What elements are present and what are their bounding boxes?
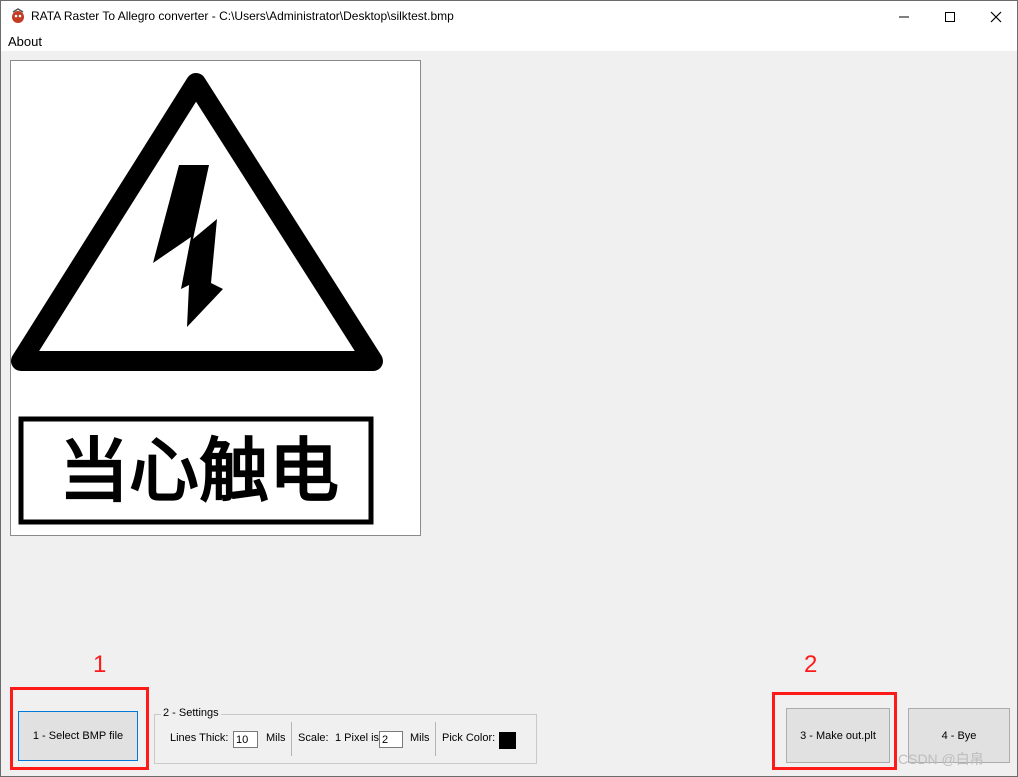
settings-legend: 2 - Settings bbox=[161, 707, 221, 719]
lines-thick-label: Lines Thick: bbox=[170, 732, 229, 744]
close-icon bbox=[990, 11, 1002, 22]
maximize-icon bbox=[945, 11, 955, 22]
settings-separator bbox=[291, 722, 292, 756]
bitmap-preview: 当心触电 bbox=[10, 60, 421, 536]
window-title: RATA Raster To Allegro converter - C:\Us… bbox=[31, 9, 454, 23]
pixel-unit: Mils bbox=[410, 732, 430, 744]
color-swatch[interactable] bbox=[499, 732, 516, 749]
annotation-number-1: 1 bbox=[93, 651, 107, 678]
pixel-mils-input[interactable] bbox=[379, 731, 403, 748]
menu-about[interactable]: About bbox=[8, 34, 42, 49]
minimize-icon bbox=[899, 16, 909, 17]
maximize-button[interactable] bbox=[927, 1, 973, 32]
lines-thick-input[interactable] bbox=[233, 731, 258, 748]
menu-bar: About bbox=[1, 32, 1017, 51]
pixel-label: 1 Pixel is bbox=[335, 732, 380, 744]
annotation-box-2 bbox=[772, 692, 897, 770]
watermark: CSDN @白帛 bbox=[898, 751, 984, 767]
scale-label: Scale: bbox=[298, 732, 329, 744]
lines-thick-unit: Mils bbox=[266, 732, 286, 744]
app-icon bbox=[10, 8, 26, 24]
annotation-box-1 bbox=[10, 687, 149, 770]
settings-separator bbox=[435, 722, 436, 756]
close-button[interactable] bbox=[973, 1, 1018, 32]
annotation-number-2: 2 bbox=[804, 651, 818, 678]
settings-group: 2 - Settings Lines Thick: Mils Scale: 1 … bbox=[154, 707, 537, 764]
title-bar: RATA Raster To Allegro converter - C:\Us… bbox=[1, 1, 1017, 32]
warning-text: 当心触电 bbox=[59, 430, 339, 512]
pick-color-label: Pick Color: bbox=[442, 732, 496, 744]
minimize-button[interactable] bbox=[881, 1, 927, 32]
main-window: RATA Raster To Allegro converter - C:\Us… bbox=[0, 0, 1018, 777]
